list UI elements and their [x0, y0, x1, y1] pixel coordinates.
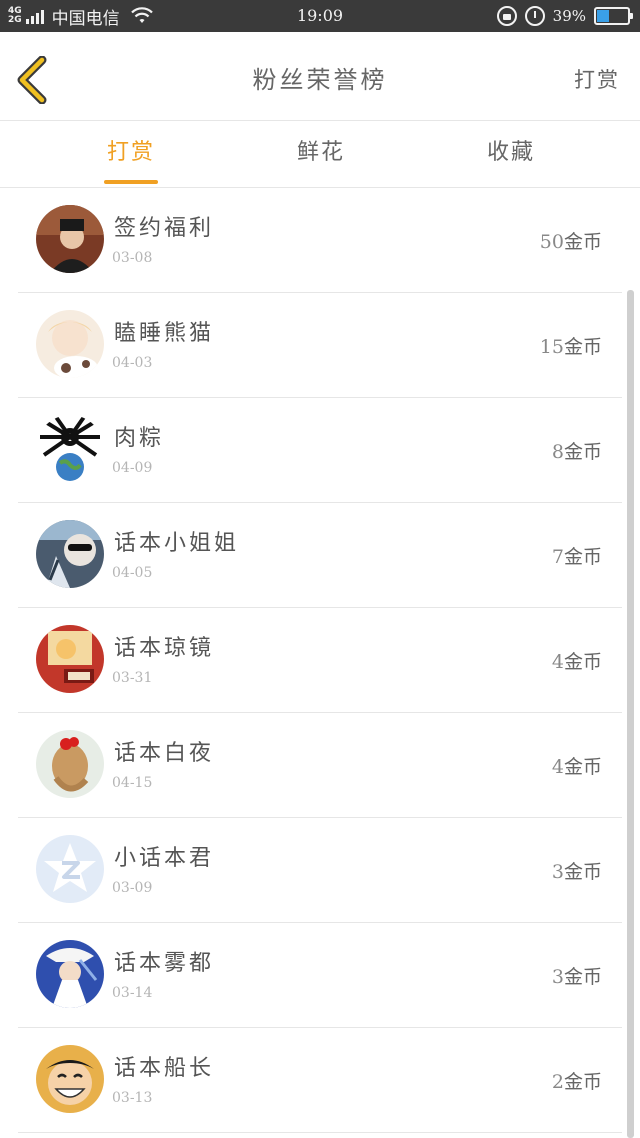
amount-value: 4 — [551, 651, 564, 673]
tab-tips[interactable]: 打赏 — [36, 121, 226, 187]
amount-unit: 金币 — [563, 651, 602, 673]
tip-date: 04-03 — [112, 355, 153, 371]
alarm-icon — [524, 6, 545, 26]
avatar-anime-blue — [36, 940, 104, 1008]
page-title: 粉丝荣誉榜 — [252, 66, 388, 94]
amount-value: 8 — [551, 441, 564, 463]
avatar-spider-globe — [36, 415, 104, 483]
tab-flowers[interactable]: 鲜花 — [226, 121, 416, 187]
tab-label: 鲜花 — [296, 140, 345, 165]
user-name: 话本琼镜 — [114, 636, 215, 661]
status-bar: 4G 2G 中国电信 19:09 39% — [0, 0, 640, 32]
chevron-left-icon — [17, 55, 47, 105]
tip-date: 04-09 — [112, 460, 153, 476]
battery-level — [597, 10, 609, 22]
amount-value: 50 — [539, 231, 564, 253]
amount-unit: 金币 — [563, 546, 602, 568]
tab-label: 收藏 — [486, 140, 535, 165]
tip-date: 03-08 — [112, 250, 153, 266]
user-name: 话本雾都 — [114, 951, 215, 976]
amount-unit: 金币 — [563, 861, 602, 883]
tip-amount: 3金币 — [552, 962, 602, 989]
list-item[interactable]: 话本船长 03-13 2金币 — [0, 1028, 640, 1133]
fan-ranking-list: 签约福利 03-08 50金币 瞌睡熊猫 04-03 15金币 肉粽 04-09… — [0, 188, 640, 1133]
list-item[interactable]: 话本琼镜 03-31 4金币 — [0, 608, 640, 713]
tip-date: 03-14 — [112, 985, 153, 1001]
battery-icon — [594, 7, 633, 25]
list-item[interactable]: 瞌睡熊猫 04-03 15金币 — [0, 293, 640, 398]
avatar-luffy — [36, 1045, 104, 1113]
user-name: 签约福利 — [114, 216, 215, 241]
avatar-cartoon-red — [36, 625, 104, 693]
top-navigation-bar: 粉丝荣誉榜 打赏 — [0, 32, 640, 121]
tip-amount: 50金币 — [540, 227, 602, 254]
amount-value: 3 — [551, 966, 564, 988]
amount-value: 3 — [551, 861, 564, 883]
list-item[interactable]: 肉粽 04-09 8金币 — [0, 398, 640, 503]
tip-amount: 15金币 — [540, 332, 602, 359]
list-item[interactable]: 话本小姐姐 04-05 7金币 — [0, 503, 640, 608]
amount-value: 4 — [551, 756, 564, 778]
list-item[interactable]: 小话本君 03-09 3金币 — [0, 818, 640, 923]
tip-amount: 3金币 — [552, 857, 602, 884]
amount-unit: 金币 — [563, 336, 602, 358]
avatar-sunglasses — [36, 520, 104, 588]
tip-date: 03-09 — [112, 880, 153, 896]
tip-amount: 8金币 — [552, 437, 602, 464]
list-scrollbar[interactable] — [627, 290, 634, 1138]
avatar-default-star — [36, 835, 104, 903]
tip-amount: 2金币 — [552, 1067, 602, 1094]
amount-value: 15 — [539, 336, 564, 358]
tab-bar: 打赏 鲜花 收藏 — [0, 121, 640, 188]
amount-unit: 金币 — [563, 441, 602, 463]
tip-amount: 4金币 — [552, 752, 602, 779]
user-name: 瞌睡熊猫 — [114, 321, 215, 346]
amount-value: 7 — [551, 546, 564, 568]
tip-date: 04-15 — [112, 775, 153, 791]
tip-button[interactable]: 打赏 — [574, 32, 620, 120]
user-name: 话本船长 — [114, 1056, 215, 1081]
tab-favorites[interactable]: 收藏 — [416, 121, 606, 187]
list-item[interactable]: 话本雾都 03-14 3金币 — [0, 923, 640, 1028]
active-tab-indicator — [104, 180, 158, 184]
avatar-anime-girl — [36, 310, 104, 378]
user-name: 小话本君 — [114, 846, 215, 871]
back-button[interactable] — [14, 55, 54, 105]
amount-unit: 金币 — [563, 966, 602, 988]
user-name: 话本小姐姐 — [114, 531, 240, 556]
list-item[interactable]: 签约福利 03-08 50金币 — [0, 188, 640, 293]
tab-label: 打赏 — [106, 140, 155, 165]
tip-date: 03-13 — [112, 1090, 153, 1106]
rotation-lock-icon — [496, 6, 517, 26]
user-name: 话本白夜 — [114, 741, 215, 766]
status-right: 39% — [496, 0, 633, 32]
user-name: 肉粽 — [114, 426, 165, 451]
amount-unit: 金币 — [563, 756, 602, 778]
tip-amount: 7金币 — [552, 542, 602, 569]
list-item[interactable]: 话本白夜 04-15 4金币 — [0, 713, 640, 818]
avatar-hair-bow — [36, 730, 104, 798]
battery-percent: 39% — [552, 7, 586, 25]
tip-date: 04-05 — [112, 565, 153, 581]
avatar-portrait — [36, 205, 104, 273]
amount-unit: 金币 — [563, 1071, 602, 1093]
amount-value: 2 — [551, 1071, 564, 1093]
amount-unit: 金币 — [563, 231, 602, 253]
tip-amount: 4金币 — [552, 647, 602, 674]
tip-date: 03-31 — [112, 670, 153, 686]
